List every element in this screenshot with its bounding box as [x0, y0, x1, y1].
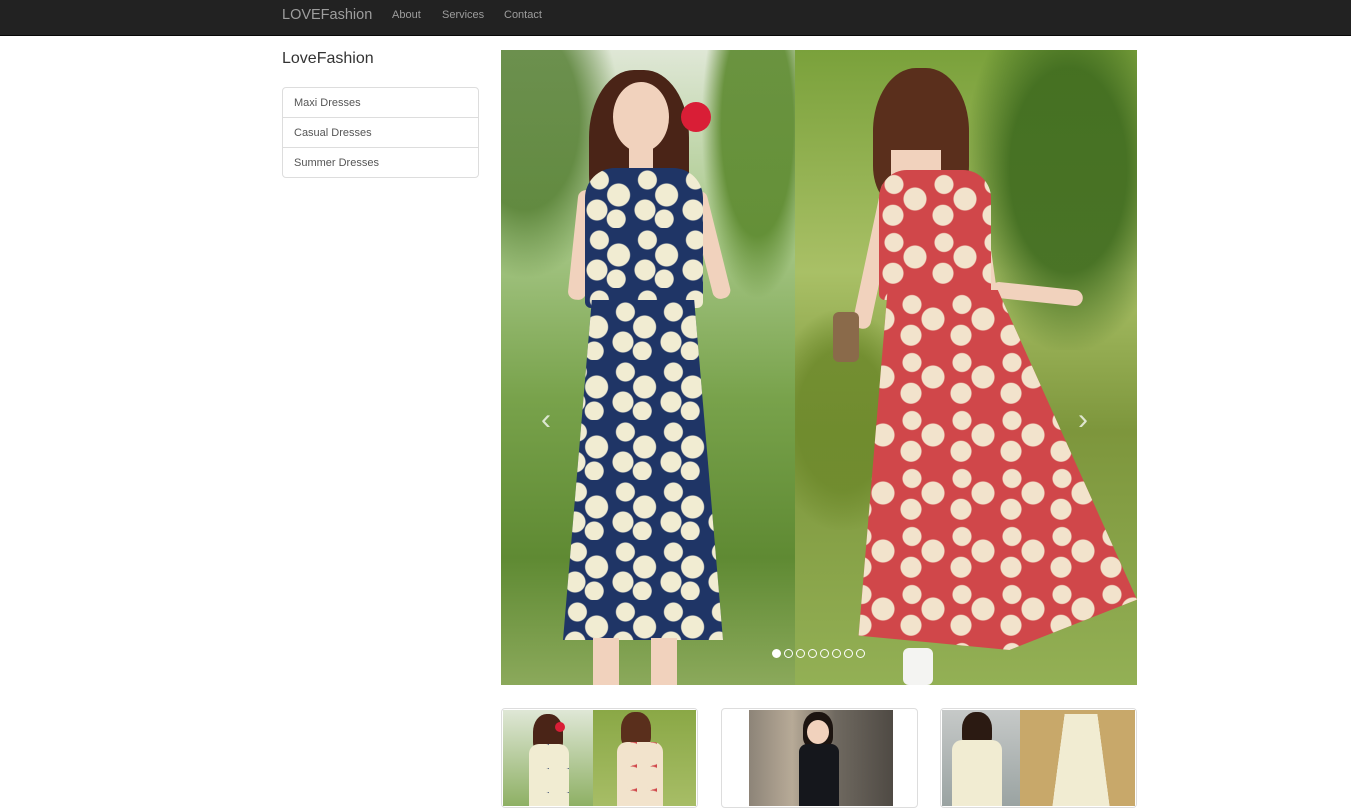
- carousel-indicator-dot[interactable]: [784, 649, 793, 658]
- carousel-indicator-dot[interactable]: [832, 649, 841, 658]
- carousel-indicator-dot[interactable]: [856, 649, 865, 658]
- carousel-next-control[interactable]: ›: [1078, 405, 1088, 435]
- category-summer-dresses[interactable]: Summer Dresses: [282, 147, 479, 178]
- product-thumbnail[interactable]: [940, 708, 1137, 808]
- carousel-prev-control[interactable]: ‹: [541, 405, 551, 435]
- brand-link[interactable]: LOVEFashion: [282, 0, 372, 35]
- carousel-indicator-dot[interactable]: [796, 649, 805, 658]
- product-thumbnail[interactable]: [721, 708, 918, 808]
- dress-photo: [503, 710, 696, 806]
- chevron-left-icon: ‹: [541, 403, 551, 436]
- carousel-slide-image-back: [795, 50, 1137, 685]
- carousel-indicator-dot[interactable]: [772, 649, 781, 658]
- dress-photo: [723, 710, 916, 806]
- nav-services-link[interactable]: Services: [442, 0, 484, 35]
- category-list: Maxi Dresses Casual Dresses Summer Dress…: [282, 87, 479, 178]
- carousel-indicator-dot[interactable]: [820, 649, 829, 658]
- sidebar-title: LoveFashion: [282, 50, 374, 67]
- category-maxi-dresses[interactable]: Maxi Dresses: [282, 87, 479, 118]
- category-casual-dresses[interactable]: Casual Dresses: [282, 117, 479, 148]
- nav-about-link[interactable]: About: [392, 0, 421, 35]
- nav-contact-link[interactable]: Contact: [504, 0, 542, 35]
- image-carousel: ‹ ›: [501, 50, 1137, 685]
- dress-photo: [942, 710, 1135, 806]
- carousel-indicator-dot[interactable]: [808, 649, 817, 658]
- carousel-indicators: [772, 649, 868, 659]
- product-thumbnail[interactable]: [501, 708, 698, 808]
- top-navbar: LOVEFashion About Services Contact: [0, 0, 1351, 36]
- chevron-right-icon: ›: [1078, 403, 1088, 436]
- carousel-indicator-dot[interactable]: [844, 649, 853, 658]
- carousel-slide-image-front: [501, 50, 795, 685]
